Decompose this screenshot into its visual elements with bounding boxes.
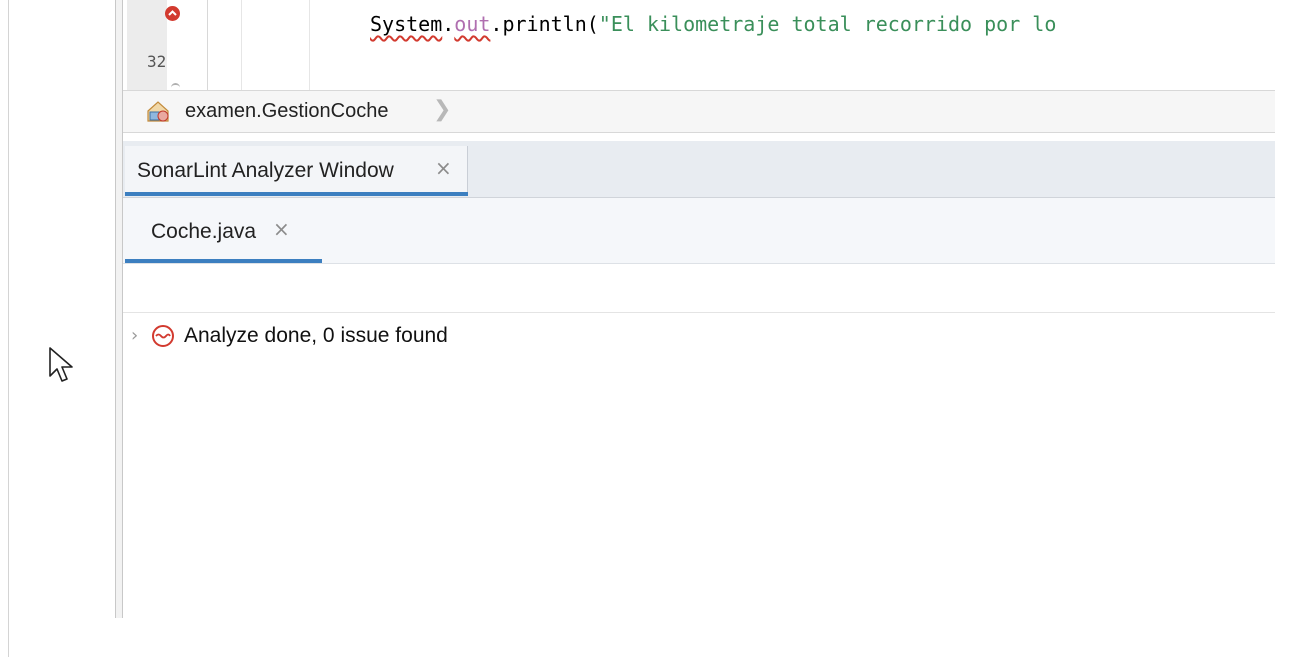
- breadcrumb-item-class[interactable]: examen.GestionCoche: [185, 100, 388, 123]
- tab-label: SonarLint Analyzer Window: [137, 159, 394, 182]
- analysis-status-icon: [151, 324, 175, 348]
- code-class-token: System: [370, 12, 443, 36]
- line-number: 32: [147, 52, 167, 71]
- code-method-token: .println(: [490, 12, 599, 36]
- error-marker-icon[interactable]: [165, 6, 180, 21]
- breadcrumb: examen.GestionCoche ❯: [123, 90, 1275, 133]
- tab-label: Coche.java: [151, 220, 257, 243]
- fold-marker-icon: [171, 83, 180, 90]
- window-tab-bar: SonarLint Analyzer Window ×: [123, 141, 1275, 198]
- active-tab-indicator: [125, 192, 468, 196]
- results-toolbar: [123, 264, 1275, 313]
- chevron-right-icon: ❯: [433, 97, 452, 122]
- screen: 32 System.out.println("El kilometraje to…: [0, 0, 1290, 657]
- code-editor[interactable]: 32 System.out.println("El kilometraje to…: [123, 0, 1275, 90]
- ide-left-border: [115, 0, 116, 618]
- file-tab-bar: Coche.java ×: [123, 198, 1275, 264]
- active-tab-indicator: [125, 259, 322, 263]
- close-icon[interactable]: ×: [273, 217, 290, 241]
- analysis-status-text: Analyze done, 0 issue found: [184, 324, 448, 347]
- window-edge: [8, 0, 9, 657]
- code-dot-token: .: [442, 12, 455, 36]
- indent-guide: [241, 0, 242, 90]
- code-string-token: "El kilometraje total recorrido por lo: [598, 12, 1057, 36]
- tab-sonarlint-analyzer-window[interactable]: SonarLint Analyzer Window ×: [125, 146, 468, 196]
- code-line[interactable]: System.out.println("El kilometraje total…: [370, 12, 1056, 36]
- gutter-separator: [207, 0, 208, 90]
- code-field-token: out: [454, 12, 491, 36]
- class-icon: [145, 99, 171, 123]
- tab-coche-java[interactable]: Coche.java ×: [125, 198, 322, 263]
- line-gutter: [127, 0, 167, 90]
- results-tree: › Analyze done, 0 issue found: [123, 313, 1275, 618]
- indent-guide: [309, 0, 310, 90]
- tree-item[interactable]: › Analyze done, 0 issue found: [127, 323, 627, 351]
- mouse-cursor-icon: [48, 346, 74, 386]
- close-icon[interactable]: ×: [435, 156, 452, 180]
- expand-chevron-icon[interactable]: ›: [131, 325, 138, 346]
